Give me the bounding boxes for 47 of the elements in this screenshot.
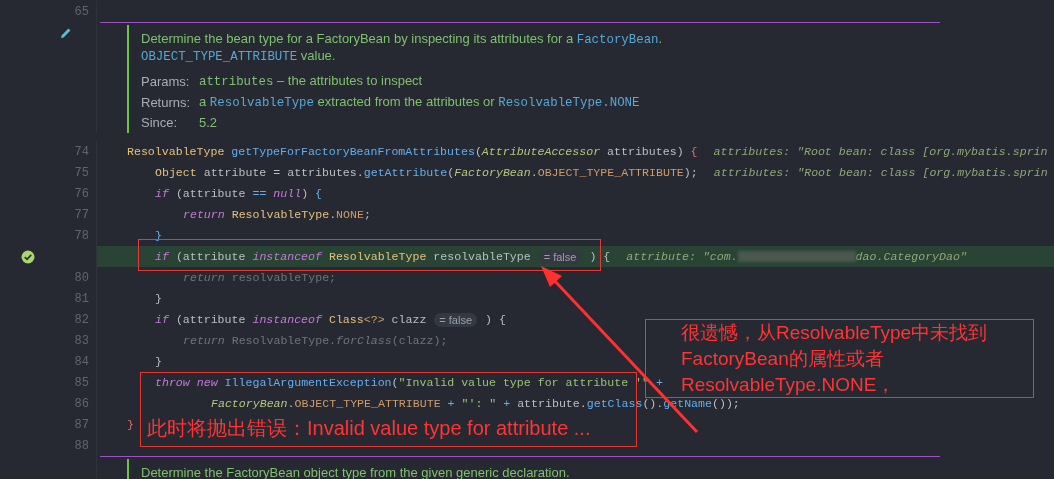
inline-value-badge: = false bbox=[538, 249, 582, 264]
doc-text: Determine the bean type for a FactoryBean by inspecting its attributes for a FactoryBean. bbox=[141, 31, 663, 48]
code-text: ResolvableType getTypeForFactoryBeanFromAttributes(AttributeAccessor attributes) { bbox=[127, 145, 698, 158]
line-number: 82 bbox=[74, 312, 89, 327]
code-text: if (attribute instanceof ResolvableType resolvableType bbox=[155, 250, 532, 263]
code-text: Object attribute = attributes.getAttribute(FactoryBean.OBJECT_TYPE_ATTRIBUTE); bbox=[155, 166, 698, 179]
line-number: 74 bbox=[74, 144, 89, 159]
doc-field-value: a ResolvableType extracted from the attributes or ResolvableType.NONE bbox=[199, 94, 641, 110]
line-number: 77 bbox=[74, 207, 89, 222]
line-number: 85 bbox=[74, 375, 89, 390]
line-number: 86 bbox=[74, 396, 89, 411]
doc-field-label: Params: bbox=[141, 73, 191, 89]
annotation-note: 很遗憾，从ResolvableType中未找到 FactoryBean的属性或者 ResolvableType.NONE， bbox=[681, 321, 989, 397]
pencil-icon[interactable] bbox=[60, 27, 72, 39]
line-number: 87 bbox=[74, 417, 89, 432]
code-text: if (attribute == null) { bbox=[155, 187, 323, 200]
doc-text: Determine the FactoryBean object type from the given generic declaration. bbox=[141, 465, 570, 479]
line-number: 83 bbox=[74, 333, 89, 348]
code-text: return ResolvableType.forClass(clazz); bbox=[183, 334, 448, 347]
line-number: 88 bbox=[74, 438, 89, 453]
code-text: return resolvableType; bbox=[183, 271, 337, 284]
line-number: 75 bbox=[74, 165, 89, 180]
line-number: 81 bbox=[74, 291, 89, 306]
doc-field-label: Since: bbox=[141, 115, 179, 130]
code-text: } bbox=[155, 355, 162, 368]
code-text: if (attribute instanceof Class<?> clazz bbox=[155, 313, 428, 326]
line-number: 80 bbox=[74, 270, 89, 285]
code-text: return ResolvableType.NONE; bbox=[183, 208, 371, 221]
code-text: } bbox=[155, 292, 162, 305]
check-circle-icon[interactable] bbox=[21, 250, 35, 264]
doc-field-label: Returns: bbox=[141, 94, 192, 110]
line-number: 65 bbox=[74, 4, 89, 19]
doc-field-value: 5.2 bbox=[199, 115, 219, 130]
inline-value-hint: dao.CategoryDao" bbox=[855, 250, 967, 263]
inline-value-hint: attributes: "Root bean: class [org.mybatis.sprin bbox=[713, 166, 1048, 179]
line-number: 78 bbox=[74, 228, 89, 243]
code-text: } bbox=[127, 418, 134, 431]
doc-text: OBJECT_TYPE_ATTRIBUTE value. bbox=[141, 48, 337, 65]
code-text: ) { bbox=[484, 313, 506, 326]
inline-value-badge: = false bbox=[434, 312, 478, 327]
line-number: 76 bbox=[74, 186, 89, 201]
code-text: ) { bbox=[588, 250, 611, 263]
inline-value-hint: attributes: "Root bean: class [org.mybatis.sprin bbox=[713, 145, 1048, 158]
annotation-note: 此时将抛出错误：Invalid value type for attribute ... bbox=[146, 416, 592, 441]
doc-field-value: attributes – the attributes to inspect bbox=[199, 73, 424, 89]
inline-value-hint: attribute: "com. bbox=[626, 250, 738, 263]
line-number: 84 bbox=[74, 354, 89, 369]
